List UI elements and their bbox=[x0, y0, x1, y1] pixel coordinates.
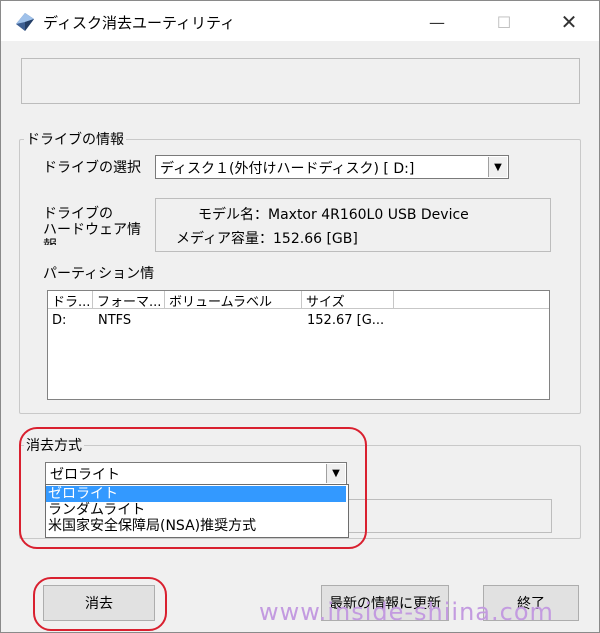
column-header-drive[interactable]: ドラ... bbox=[48, 291, 93, 309]
drive-select-label: ドライブの選択 bbox=[43, 160, 141, 176]
window-title: ディスク消去ユーティリティ bbox=[43, 14, 236, 32]
model-name-text: モデル名：Maxtor 4R160L0 USB Device bbox=[198, 207, 469, 223]
erase-method-highlight bbox=[19, 427, 367, 549]
status-panel bbox=[21, 58, 580, 104]
column-header-volume-label[interactable]: ボリュームラベル bbox=[165, 291, 302, 309]
column-header-format[interactable]: フォーマ... bbox=[93, 291, 165, 309]
drive-select-value: ディスク１(外付けハードディスク) [ D:] bbox=[160, 161, 415, 177]
minimize-button[interactable]: — bbox=[414, 7, 460, 37]
table-row-size[interactable]: 152.67 [G... bbox=[307, 313, 384, 328]
media-capacity-text: メディア容量：152.66 [GB] bbox=[176, 231, 358, 247]
column-header-size[interactable]: サイズ bbox=[302, 291, 394, 309]
partition-list[interactable]: ドラ... フォーマ... ボリュームラベル サイズ D: NTFS 152.6… bbox=[47, 290, 550, 400]
hw-info-label-clip: 報 bbox=[43, 235, 153, 245]
disk-icon bbox=[16, 13, 34, 31]
table-row-drive[interactable]: D: bbox=[52, 313, 66, 328]
partition-label: パーティション情 bbox=[43, 266, 155, 282]
close-button[interactable]: ✕ bbox=[546, 7, 592, 37]
column-header-empty bbox=[394, 291, 549, 309]
drive-info-legend: ドライブの情報 bbox=[26, 132, 124, 148]
app-window: ディスク消去ユーティリティ — ☐ ✕ ドライブの情報 ドライブの選択 ディスク… bbox=[0, 0, 600, 633]
hw-info-label-line3: 報 bbox=[43, 235, 57, 245]
table-row-format[interactable]: NTFS bbox=[98, 313, 131, 328]
maximize-button[interactable]: ☐ bbox=[481, 7, 527, 37]
drive-select[interactable]: ディスク１(外付けハードディスク) [ D:] ▼ bbox=[155, 155, 509, 179]
title-bar: ディスク消去ユーティリティ — ☐ ✕ bbox=[1, 1, 599, 41]
hw-info-panel: モデル名：Maxtor 4R160L0 USB Device メディア容量：15… bbox=[155, 198, 551, 252]
watermark: www.inside-shiina.com bbox=[259, 598, 554, 626]
erase-button-highlight bbox=[33, 577, 167, 631]
chevron-down-icon[interactable]: ▼ bbox=[488, 157, 507, 177]
